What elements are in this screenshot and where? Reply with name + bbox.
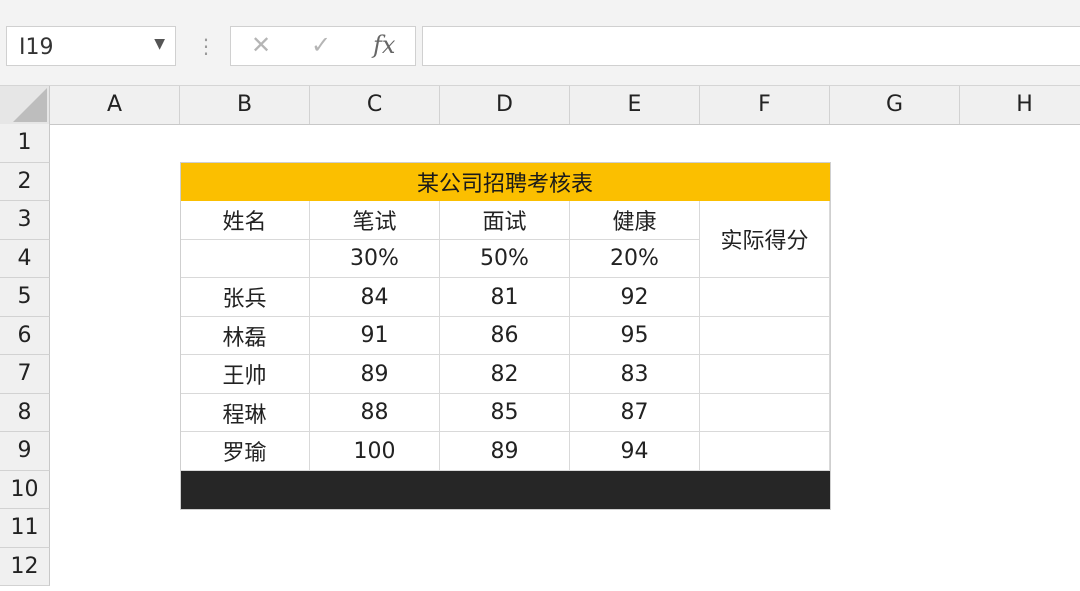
drag-handle-icon[interactable]: ⋮ <box>196 36 216 56</box>
table-cell[interactable]: 91 <box>310 317 440 355</box>
table-cell[interactable]: 94 <box>570 432 700 471</box>
header-cell-interview[interactable]: 面试 <box>440 201 570 240</box>
score-cell[interactable] <box>700 278 830 317</box>
weight-cell-interview[interactable]: 50% <box>440 240 570 278</box>
column-header-g[interactable]: G <box>830 86 960 124</box>
table-cell[interactable]: 81 <box>440 278 570 317</box>
weight-cell-written[interactable]: 30% <box>310 240 440 278</box>
table-cell[interactable]: 89 <box>440 432 570 471</box>
select-all-icon <box>13 88 47 122</box>
table-cell[interactable]: 92 <box>570 278 700 317</box>
column-header-e[interactable]: E <box>570 86 700 124</box>
table-cell[interactable]: 83 <box>570 355 700 394</box>
column-header-d[interactable]: D <box>440 86 570 124</box>
table-cell[interactable]: 85 <box>440 394 570 432</box>
check-icon[interactable]: ✓ <box>311 31 331 59</box>
table-cell[interactable]: 84 <box>310 278 440 317</box>
table-cell[interactable]: 100 <box>310 432 440 471</box>
table-cell[interactable]: 89 <box>310 355 440 394</box>
formula-bar: I19 ▼ ⋮ ✕ ✓ fx <box>0 10 1080 86</box>
table-cell[interactable]: 95 <box>570 317 700 355</box>
name-box-value: I19 <box>19 35 54 60</box>
header-cell-actual-score[interactable]: 实际得分 <box>700 201 830 278</box>
weight-cell-health[interactable]: 20% <box>570 240 700 278</box>
fx-icon[interactable]: fx <box>373 31 395 59</box>
column-header-f[interactable]: F <box>700 86 830 124</box>
table-cell[interactable]: 82 <box>440 355 570 394</box>
header-cell-health[interactable]: 健康 <box>570 201 700 240</box>
close-icon[interactable]: ✕ <box>251 31 271 59</box>
score-cell[interactable] <box>700 317 830 355</box>
header-cell-written[interactable]: 笔试 <box>310 201 440 240</box>
row-header-12[interactable]: 12 <box>0 547 50 586</box>
score-cell[interactable] <box>700 432 830 471</box>
header-cell-name[interactable]: 姓名 <box>180 201 310 240</box>
column-header-a[interactable]: A <box>50 86 180 124</box>
table-cell[interactable]: 87 <box>570 394 700 432</box>
row-header-2[interactable]: 2 <box>0 162 50 201</box>
name-box[interactable]: I19 ▼ <box>6 26 176 66</box>
row-header-7[interactable]: 7 <box>0 355 50 394</box>
column-header-h[interactable]: H <box>960 86 1080 124</box>
row-header-5[interactable]: 5 <box>0 278 50 317</box>
table-cell[interactable]: 张兵 <box>180 278 310 317</box>
table-cell[interactable]: 罗瑜 <box>180 432 310 471</box>
column-header-b[interactable]: B <box>180 86 310 124</box>
row-header-11[interactable]: 11 <box>0 509 50 548</box>
table-cell[interactable]: 王帅 <box>180 355 310 394</box>
table-cell[interactable]: 程琳 <box>180 394 310 432</box>
table-cell[interactable]: 林磊 <box>180 317 310 355</box>
table-footer-cell[interactable] <box>180 471 830 509</box>
row-header-4[interactable]: 4 <box>0 239 50 278</box>
row-header-1[interactable]: 1 <box>0 124 50 163</box>
column-header-c[interactable]: C <box>310 86 440 124</box>
formula-input[interactable] <box>422 26 1080 66</box>
table-cell[interactable]: 86 <box>440 317 570 355</box>
row-header-3[interactable]: 3 <box>0 201 50 240</box>
score-cell[interactable] <box>700 394 830 432</box>
row-header-10[interactable]: 10 <box>0 470 50 509</box>
table-title-cell[interactable]: 某公司招聘考核表 <box>180 162 830 201</box>
score-cell[interactable] <box>700 355 830 394</box>
chevron-down-icon[interactable]: ▼ <box>154 36 165 52</box>
table-cell[interactable]: 88 <box>310 394 440 432</box>
weight-cell-empty[interactable] <box>180 240 310 278</box>
formula-buttons: ✕ ✓ fx <box>230 26 416 66</box>
row-header-9[interactable]: 9 <box>0 432 50 471</box>
row-header-6[interactable]: 6 <box>0 316 50 355</box>
row-header-8[interactable]: 8 <box>0 393 50 432</box>
